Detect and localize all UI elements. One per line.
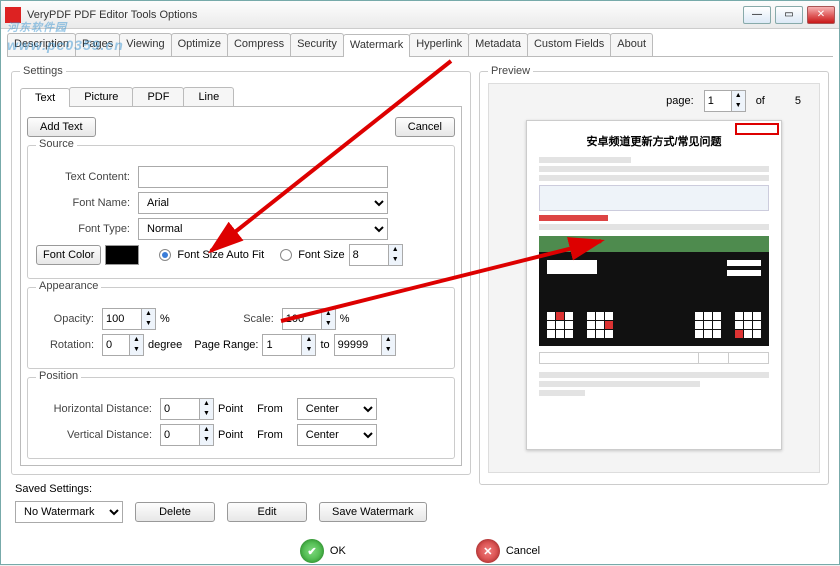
preview-legend: Preview: [488, 65, 533, 77]
font-size-label: Font Size: [298, 249, 344, 261]
window-title: VeryPDF PDF Editor Tools Options: [27, 9, 743, 21]
maximize-button[interactable]: ▭: [775, 6, 803, 24]
opacity-unit: %: [160, 313, 170, 325]
settings-group: Settings TextPicturePDFLine Add Text Can…: [11, 65, 471, 475]
cross-icon: ✕: [476, 539, 500, 563]
font-size-auto-fit-radio[interactable]: [159, 249, 171, 261]
v-unit-label: Point: [218, 429, 243, 441]
preview-total: 5: [795, 95, 801, 107]
font-name-label: Font Name:: [36, 197, 134, 209]
position-legend: Position: [36, 370, 81, 382]
settings-tab-text[interactable]: Text: [20, 88, 70, 107]
page-range-to-label: to: [320, 339, 329, 351]
scale-unit: %: [340, 313, 350, 325]
v-distance-label: Vertical Distance:: [36, 429, 156, 441]
source-legend: Source: [36, 138, 77, 150]
v-from-label: From: [257, 429, 283, 441]
preview-doc-title: 安卓频道更新方式/常见问题: [539, 133, 769, 149]
source-group: Source Text Content: Font Name: Arial Fo…: [27, 145, 455, 279]
appearance-legend: Appearance: [36, 280, 101, 292]
cancel-watermark-button[interactable]: Cancel: [395, 117, 455, 137]
settings-tabstrip: TextPicturePDFLine: [20, 87, 462, 106]
tab-pages[interactable]: Pages: [75, 33, 120, 56]
main-tabstrip: DescriptionPagesViewingOptimizeCompressS…: [7, 33, 833, 57]
saved-settings-label: Saved Settings:: [15, 483, 471, 495]
v-distance-spin[interactable]: ▲▼: [160, 424, 214, 446]
appearance-group: Appearance Opacity: ▲▼ % Scale: ▲▼ % Rot…: [27, 287, 455, 369]
tab-security[interactable]: Security: [290, 33, 344, 56]
h-from-select[interactable]: Center: [297, 398, 377, 420]
font-color-button[interactable]: Font Color: [36, 245, 101, 265]
page-to-spin[interactable]: ▲▼: [334, 334, 396, 356]
settings-legend: Settings: [20, 65, 66, 77]
check-icon: ✔: [300, 539, 324, 563]
settings-tab-picture[interactable]: Picture: [69, 87, 133, 106]
preview-page-label: page:: [666, 95, 694, 107]
font-size-spin[interactable]: ▲▼: [349, 244, 403, 266]
tab-watermark[interactable]: Watermark: [343, 34, 410, 57]
opacity-spin[interactable]: ▲▼: [102, 308, 156, 330]
preview-of-label: of: [756, 95, 765, 107]
h-unit-label: Point: [218, 403, 243, 415]
text-content-input[interactable]: [138, 166, 388, 188]
rotation-label: Rotation:: [36, 339, 98, 351]
tab-about[interactable]: About: [610, 33, 653, 56]
saved-settings-select[interactable]: No Watermark: [15, 501, 123, 523]
font-size-radio[interactable]: [280, 249, 292, 261]
text-content-label: Text Content:: [36, 171, 134, 183]
add-text-button[interactable]: Add Text: [27, 117, 96, 137]
settings-tab-pdf[interactable]: PDF: [132, 87, 184, 106]
h-from-label: From: [257, 403, 283, 415]
tab-optimize[interactable]: Optimize: [171, 33, 228, 56]
h-distance-spin[interactable]: ▲▼: [160, 398, 214, 420]
font-size-auto-fit-label: Font Size Auto Fit: [177, 249, 264, 261]
scale-label: Scale:: [216, 313, 278, 325]
font-type-label: Font Type:: [36, 223, 134, 235]
titlebar: VeryPDF PDF Editor Tools Options — ▭ ✕: [1, 1, 839, 29]
page-range-label: Page Range:: [194, 339, 258, 351]
minimize-button[interactable]: —: [743, 6, 771, 24]
cancel-button[interactable]: ✕ Cancel: [476, 539, 540, 563]
opacity-label: Opacity:: [36, 313, 98, 325]
tab-custom-fields[interactable]: Custom Fields: [527, 33, 611, 56]
tab-viewing[interactable]: Viewing: [119, 33, 171, 56]
position-group: Position Horizontal Distance: ▲▼ Point F…: [27, 377, 455, 459]
tab-description[interactable]: Description: [7, 33, 76, 56]
tab-compress[interactable]: Compress: [227, 33, 291, 56]
v-from-select[interactable]: Center: [297, 424, 377, 446]
save-watermark-button[interactable]: Save Watermark: [319, 502, 427, 522]
preview-page-spin[interactable]: ▲▼: [704, 90, 746, 112]
app-icon: [5, 7, 21, 23]
scale-spin[interactable]: ▲▼: [282, 308, 336, 330]
delete-button[interactable]: Delete: [135, 502, 215, 522]
h-distance-label: Horizontal Distance:: [36, 403, 156, 415]
close-button[interactable]: ✕: [807, 6, 835, 24]
tab-hyperlink[interactable]: Hyperlink: [409, 33, 469, 56]
preview-group: Preview page: ▲▼ of 5 安卓频道更新方式/常见问题: [479, 65, 829, 485]
page-from-spin[interactable]: ▲▼: [262, 334, 316, 356]
tab-metadata[interactable]: Metadata: [468, 33, 528, 56]
rotation-unit: degree: [148, 339, 182, 351]
edit-button[interactable]: Edit: [227, 502, 307, 522]
font-name-select[interactable]: Arial: [138, 192, 388, 214]
font-color-swatch[interactable]: [105, 245, 139, 265]
rotation-spin[interactable]: ▲▼: [102, 334, 144, 356]
settings-tab-line[interactable]: Line: [183, 87, 234, 106]
preview-document: 安卓频道更新方式/常见问题: [526, 120, 782, 450]
ok-button[interactable]: ✔ OK: [300, 539, 346, 563]
font-type-select[interactable]: Normal: [138, 218, 388, 240]
